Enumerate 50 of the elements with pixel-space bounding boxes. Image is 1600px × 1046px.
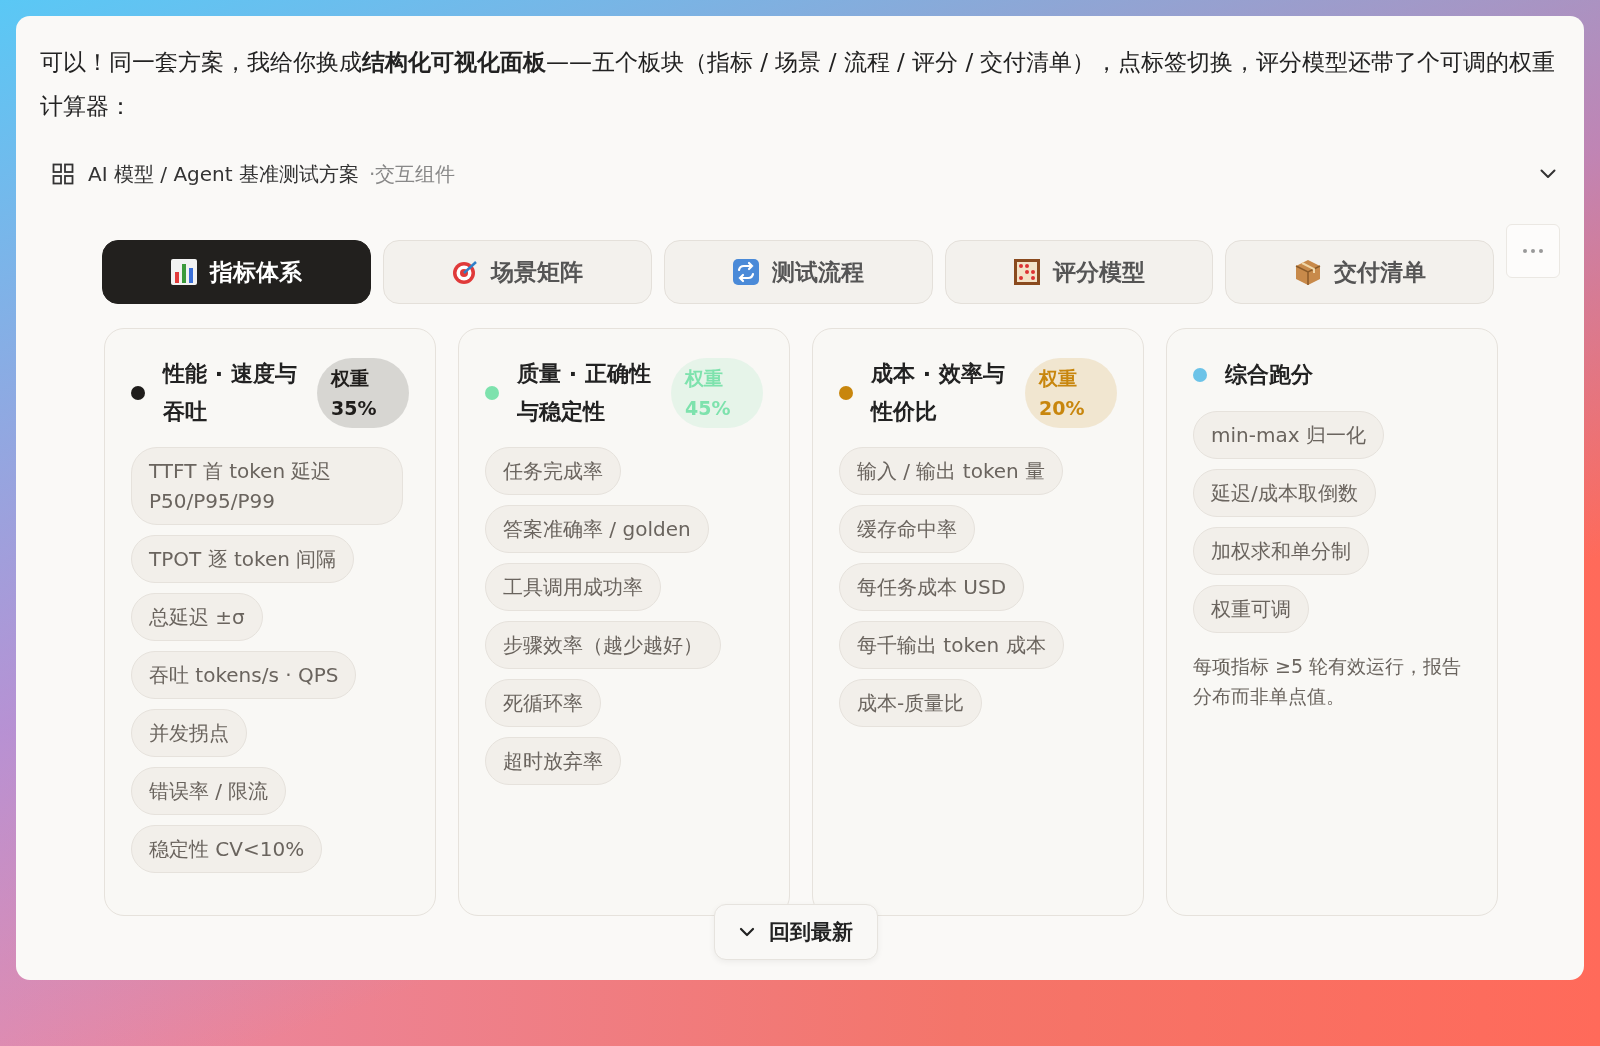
metric-chip: TTFT 首 token 延迟 P50/P95/P99 [131,447,403,525]
metric-chip: 缓存命中率 [839,505,975,553]
message-text: 可以！同一套方案，我给你换成结构化可视化面板——五个板块（指标 / 场景 / 流程 / 评分 / 交付清单），点标签切换，评分模型还带了个可调的权重计算器： [40,48,1557,121]
metric-chip: 延迟/成本取倒数 [1193,469,1376,517]
metric-chip: 输入 / 输出 token 量 [839,447,1064,495]
tab[interactable]: 交付清单 [1225,240,1495,304]
weight-label: 权重 [685,366,724,391]
metric-chip: 吞吐 tokens/s · QPS [131,651,357,699]
card-title: 综合跑分 [1225,361,1314,389]
grid-icon [52,163,74,185]
tab[interactable]: 评分模型 [944,240,1214,304]
metric-chip: 工具调用成功率 [485,563,661,611]
metric-chip: 每千输出 token 成本 [839,621,1064,669]
card-title: 质量 · 正确性与稳定性 [517,360,652,426]
tab[interactable]: 指标体系 [102,240,371,304]
package-icon [1293,258,1322,286]
metric-chip: 成本-质量比 [839,679,983,727]
metric-chip: 总延迟 ±σ [131,593,263,641]
metric-chip: min-max 归一化 [1193,411,1384,459]
card-title: 性能 · 速度与吞吐 [163,360,298,426]
widget-subtitle: ·交互组件 [368,160,456,188]
weight-value: 45% [685,396,732,421]
weight-label: 权重 [331,366,370,391]
repeat-icon [732,258,761,286]
metric-chip: 死循环率 [485,679,601,727]
card-title: 成本 · 效率与性价比 [871,360,1006,426]
weight-value: 35% [331,396,378,421]
metric-chip: 答案准确率 / golden [485,505,709,553]
chevron-down-icon [739,927,755,937]
tab[interactable]: 场景矩阵 [382,240,652,304]
metric-chip: 超时放弃率 [485,737,621,785]
metric-chip: 步骤效率（越少越好） [485,621,721,669]
chevron-icon[interactable] [1540,169,1556,179]
card-note: 每项指标 ≥5 轮有效运行，报告分布而非单点值。 [1193,654,1463,709]
more-icon [1523,249,1544,253]
metric-chip: 每任务成本 USD [839,563,1025,611]
metric-chip: TPOT 逐 token 间隔 [131,535,355,583]
weight-value: 20% [1039,396,1086,421]
abacus-icon [1012,258,1041,286]
metric-chip: 任务完成率 [485,447,621,495]
metric-chip: 加权求和单分制 [1193,527,1369,575]
metric-chip: 错误率 / 限流 [131,767,287,815]
metric-chip: 稳定性 CV<10% [131,825,323,873]
metric-chip: 并发拐点 [131,709,247,757]
widget-title: AI 模型 / Agent 基准测试方案 [88,160,359,188]
weight-label: 权重 [1039,366,1078,391]
bar-chart-icon [170,258,199,286]
metric-chip: 权重可调 [1193,585,1309,633]
tab[interactable]: 测试流程 [663,240,933,304]
jump-latest-button[interactable]: 回到最新 [714,904,878,960]
